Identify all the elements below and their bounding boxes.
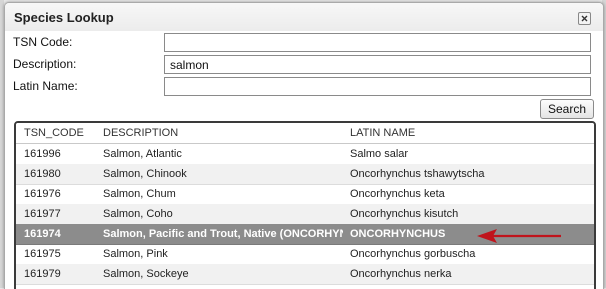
tsn-cell: 161977 — [24, 208, 61, 220]
column-header-tsn-code[interactable]: TSN_CODE — [24, 127, 94, 139]
latin-name-cell: Oncorhynchus gorbuscha — [350, 248, 476, 260]
latin-name-cell: Oncorhynchus kisutch — [350, 208, 459, 220]
description-cell: Salmon, Pacific and Trout, Native (ONCOR… — [103, 228, 343, 240]
latin-name-label: Latin Name: — [13, 79, 78, 93]
table-row-selected[interactable]: 161974 Salmon, Pacific and Trout, Native… — [16, 224, 594, 245]
latin-name-cell: ONCORHYNCHUS — [350, 228, 446, 240]
close-icon — [581, 15, 588, 22]
tsn-cell: 161976 — [24, 188, 61, 200]
tsn-cell: 161974 — [24, 228, 61, 240]
latin-name-cell: Oncorhynchus keta — [350, 188, 445, 200]
species-lookup-dialog: Species Lookup TSN Code: Description: La… — [4, 2, 604, 289]
dialog-titlebar[interactable]: Species Lookup — [5, 3, 603, 31]
description-cell: Salmon, Pink — [103, 248, 168, 260]
description-cell: Salmon, Atlantic — [103, 148, 182, 160]
table-row[interactable]: 161996 Salmon, Atlantic Salmo salar — [16, 144, 594, 165]
description-cell: Salmon, Coho — [103, 208, 173, 220]
tsn-code-input[interactable] — [164, 33, 591, 52]
latin-name-cell: Salmo salar — [350, 148, 409, 160]
search-button[interactable]: Search — [540, 99, 594, 119]
tsn-cell: 161980 — [24, 168, 61, 180]
tsn-code-row: TSN Code: — [10, 33, 595, 54]
dialog-title: Species Lookup — [14, 10, 114, 25]
description-row: Description: — [10, 55, 595, 76]
tsn-cell: 161996 — [24, 148, 61, 160]
latin-name-row: Latin Name: — [10, 77, 595, 98]
table-row[interactable]: 161979 Salmon, Sockeye Oncorhynchus nerk… — [16, 264, 594, 285]
results-header: TSN_CODE DESCRIPTION LATIN NAME — [16, 123, 594, 144]
tsn-code-label: TSN Code: — [13, 35, 73, 49]
close-button[interactable] — [578, 12, 591, 25]
description-cell: Salmon, Chinook — [103, 168, 187, 180]
tsn-cell: 161979 — [24, 268, 61, 280]
table-row[interactable]: 161975 Salmon, Pink Oncorhynchus gorbusc… — [16, 244, 594, 265]
description-cell: Salmon, Chum — [103, 188, 176, 200]
description-cell: Salmon, Sockeye — [103, 268, 189, 280]
results-grid: TSN_CODE DESCRIPTION LATIN NAME 161996 S… — [14, 121, 596, 289]
description-input[interactable] — [164, 55, 591, 74]
table-row[interactable]: 161980 Salmon, Chinook Oncorhynchus tsha… — [16, 164, 594, 185]
column-header-latin-name[interactable]: LATIN NAME — [350, 127, 580, 139]
column-header-description[interactable]: DESCRIPTION — [103, 127, 343, 139]
latin-name-input[interactable] — [164, 77, 591, 96]
tsn-cell: 161975 — [24, 248, 61, 260]
table-row[interactable]: 161976 Salmon, Chum Oncorhynchus keta — [16, 184, 594, 205]
latin-name-cell: Oncorhynchus nerka — [350, 268, 452, 280]
description-label: Description: — [13, 57, 77, 71]
table-row[interactable]: 161977 Salmon, Coho Oncorhynchus kisutch — [16, 204, 594, 225]
latin-name-cell: Oncorhynchus tshawytscha — [350, 168, 485, 180]
